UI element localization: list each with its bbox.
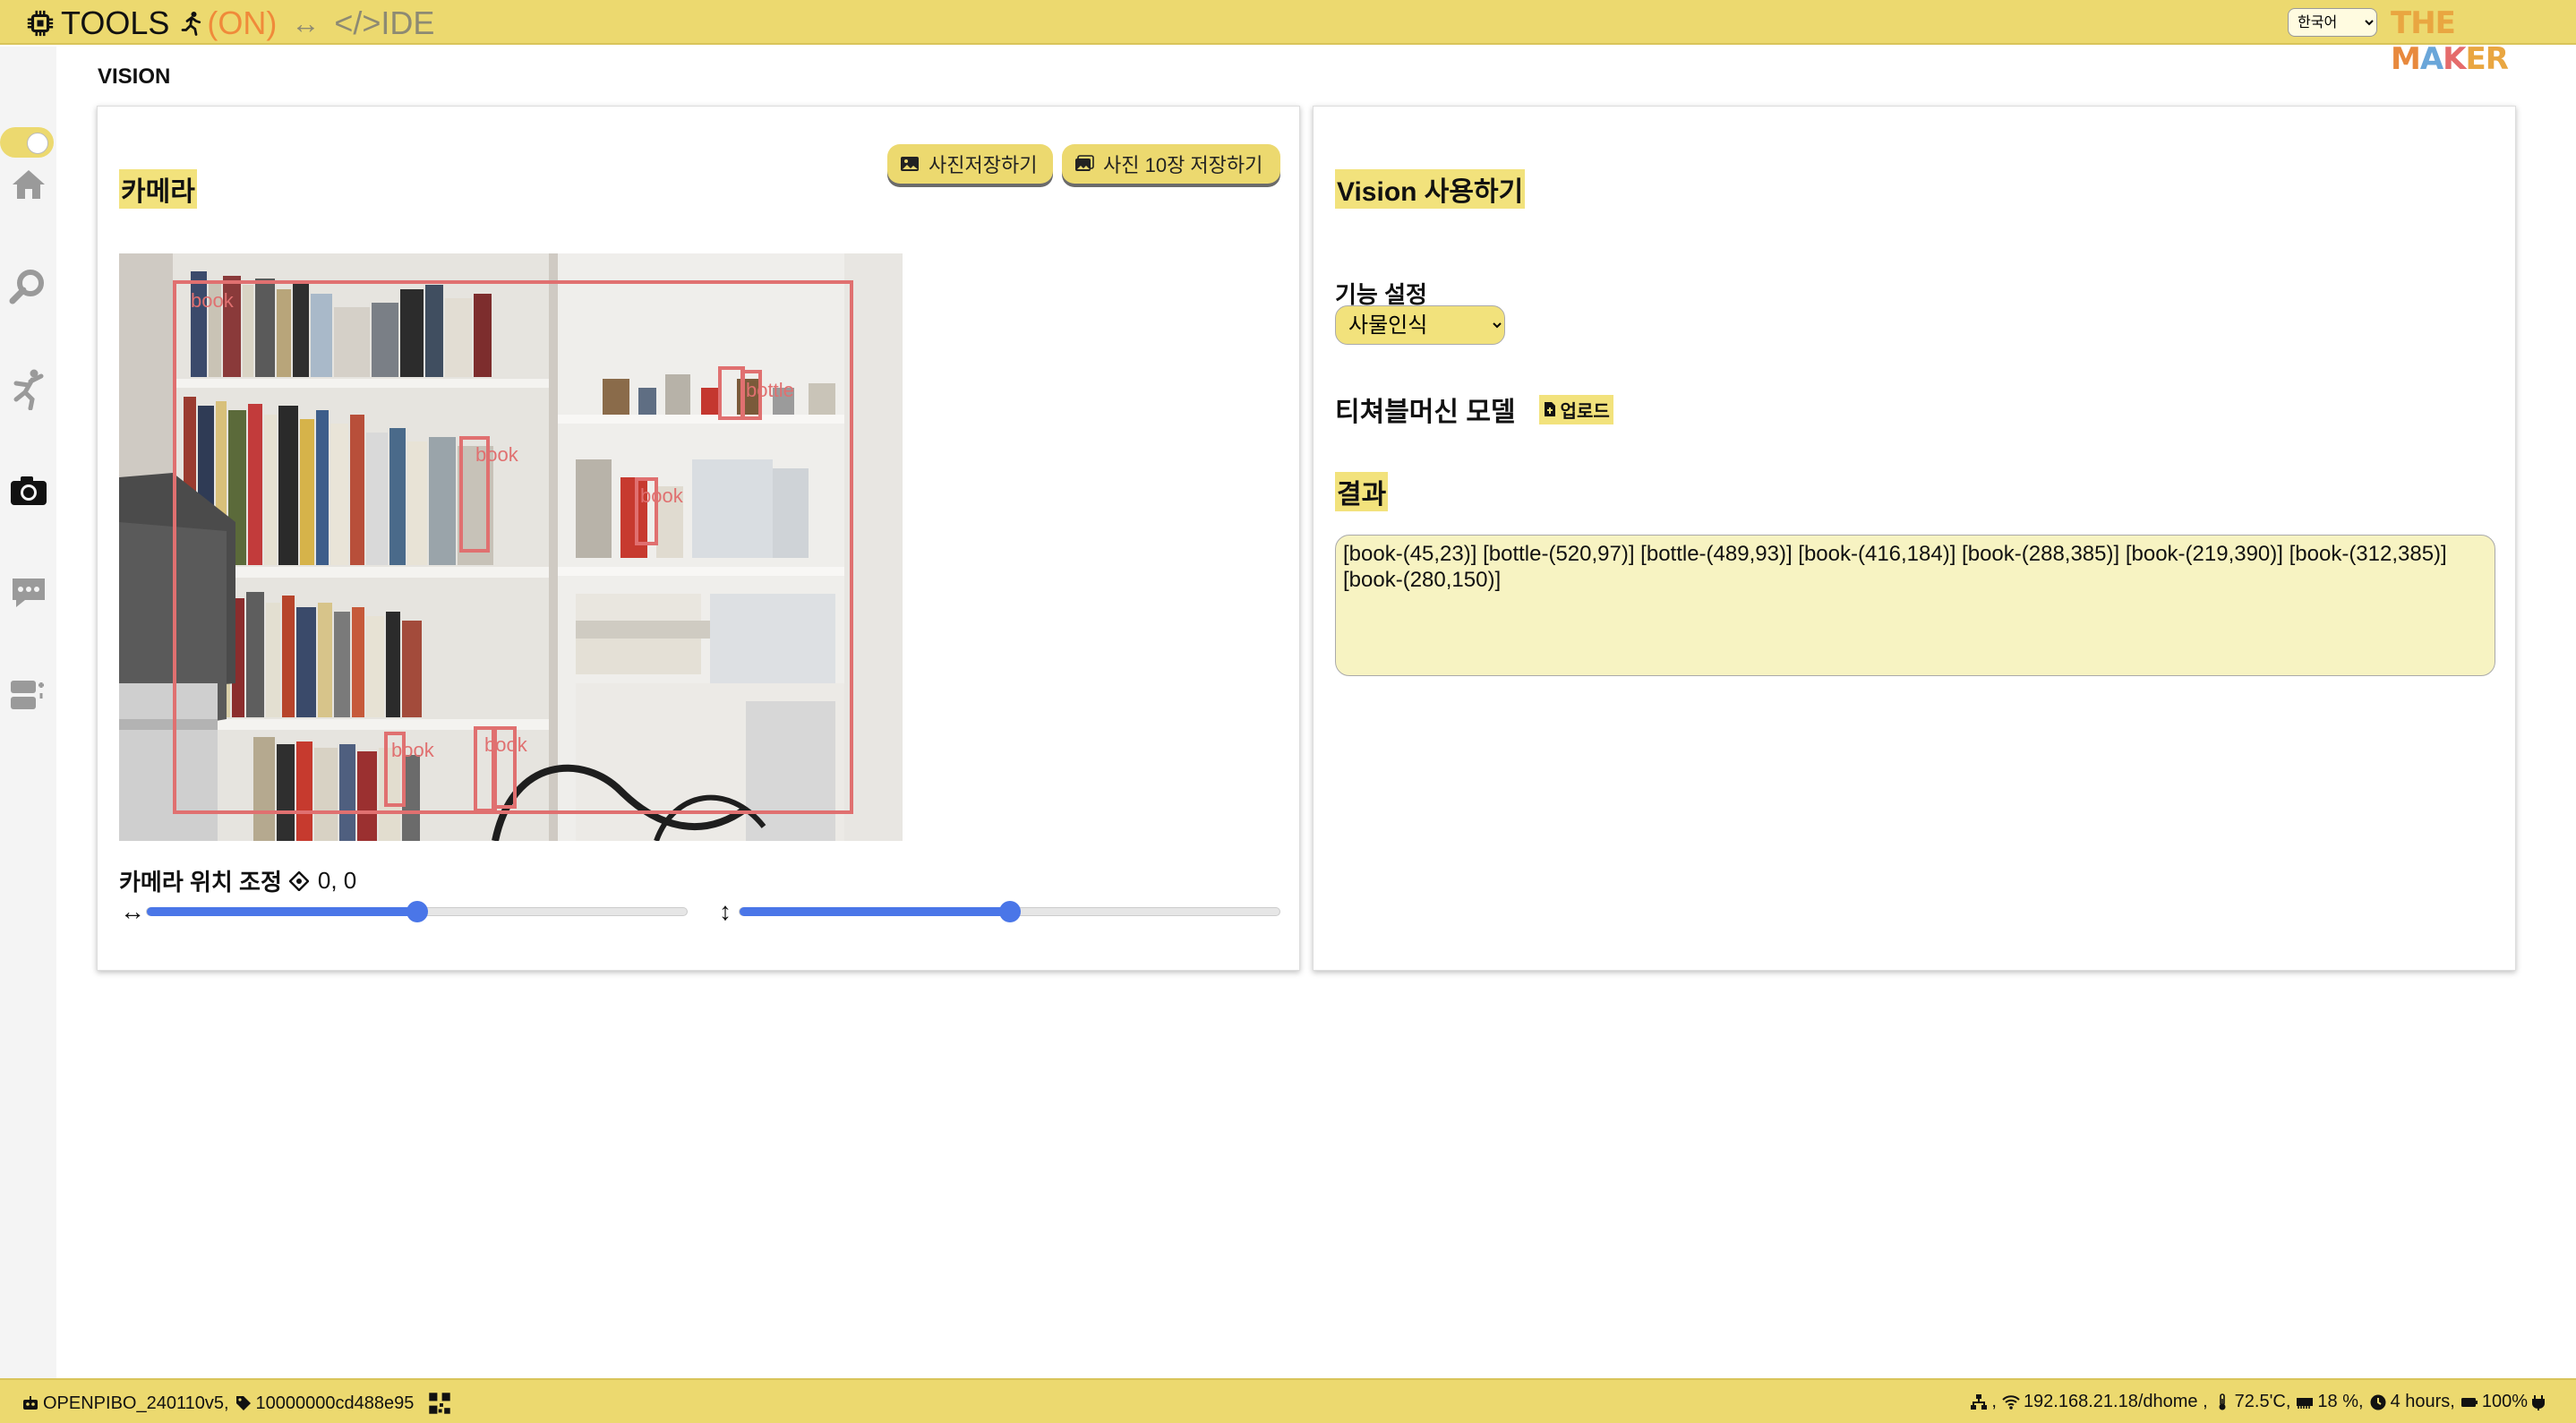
vertical-slider-fill [740,907,1010,916]
chip-icon [27,10,54,37]
horizontal-arrow-icon: ↔ [120,897,145,925]
sidebar-item-chat[interactable] [7,571,50,614]
top-bar: TOOLS (ON) ↔ </>IDE 한국어 THE MAKER [0,0,2576,77]
camera-title: 카메라 [119,169,197,209]
svg-text:bottle: bottle [746,379,794,401]
page-title: VISION [98,64,171,89]
svg-text:book: book [391,739,435,761]
wrench-gear-icon [9,270,44,304]
sidebar-item-home[interactable] [7,163,50,206]
memory-icon [2297,1397,2314,1409]
battery-info: 100% [2460,1392,2551,1412]
qr-code[interactable] [419,1392,455,1415]
battery-icon [2460,1397,2478,1407]
sidebar-item-tools[interactable] [7,265,50,308]
teachable-machine-row: 티쳐블머신 모델 업로드 [1335,390,1613,429]
robot-icon [23,1396,38,1410]
status-bar: OPENPIBO_240110v5, 10000000cd488e95 , 19… [0,1378,2576,1423]
position-label-text: 카메라 위치 조정 [119,869,282,896]
horizontal-slider-fill [147,907,417,916]
brand-label: TOOLS [61,4,170,41]
camera-feed: book bottle book book book book [119,253,903,841]
network-address: 192.168.21.18/dhome , [2023,1392,2208,1411]
device-settings-icon [11,681,44,709]
upload-label: 업로드 [1560,401,1610,422]
clock-icon [2370,1394,2386,1410]
running-icon [182,12,201,36]
uptime-info: 4 hours, [2369,1392,2455,1412]
wifi-icon [2002,1394,2020,1410]
vision-title: Vision 사용하기 [1335,169,1526,209]
temperature-value: 72.5'C, [2234,1392,2291,1411]
vertical-slider[interactable] [739,901,1280,922]
file-upload-icon [1544,402,1555,416]
battery-value: 100% [2481,1392,2528,1411]
network-icon [1971,1393,1988,1410]
vertical-arrow-icon: ↕ [719,897,732,925]
network-icon-item: , [1970,1392,1997,1412]
save-photo-label: 사진저장하기 [929,154,1038,176]
sidebar-item-device[interactable] [7,673,50,716]
wifi-info: 192.168.21.18/dhome , [2002,1392,2208,1412]
dancing-figure-icon [13,369,44,411]
teachable-machine-label: 티쳐블머신 모델 [1335,398,1516,427]
svg-text:book: book [191,289,235,312]
sidebar-item-vision[interactable] [7,469,50,512]
toggle-knob [27,133,48,154]
home-icon [13,170,45,199]
serial-number: 10000000cd488e95 [255,1393,415,1413]
status-label: (ON) [207,4,278,41]
maker-logo: THE MAKER [2391,5,2509,77]
horizontal-slider-row: ↔ [119,897,688,925]
plug-icon [2532,1394,2545,1410]
camera-image: book bottle book book book book [119,253,903,841]
result-title: 결과 [1335,472,1389,511]
memory-value: 18 %, [2317,1392,2364,1411]
camera-position-label: 카메라 위치 조정 0, 0 [119,864,356,897]
sidebar-item-motion[interactable] [7,367,50,411]
swap-arrow-icon: ↔ [291,6,321,39]
sidebar [0,47,56,1378]
qr-code-icon [429,1393,451,1414]
svg-text:book: book [640,484,684,507]
save-10-photos-button[interactable]: 사진 10장 저장하기 [1062,144,1280,184]
horizontal-slider-thumb[interactable] [406,901,428,922]
position-value: 0, 0 [317,867,357,894]
serial-info: 10000000cd488e95 [235,1393,415,1414]
vision-card: Vision 사용하기 기능 설정 사물인식 티쳐블머신 모델 업로드 결과 [… [1313,106,2516,971]
upload-button[interactable]: 업로드 [1538,394,1613,424]
result-textarea[interactable]: [book-(45,23)] [bottle-(520,97)] [bottle… [1335,535,2495,676]
thermometer-icon [2219,1393,2226,1410]
uptime-value: 4 hours, [2390,1392,2455,1411]
save-photo-button[interactable]: 사진저장하기 [887,144,1053,184]
ide-link[interactable]: </>IDE [334,4,434,42]
power-toggle[interactable] [0,127,54,158]
vertical-slider-row: ↕ [712,897,1280,925]
image-icon [901,157,919,171]
images-icon [1075,155,1094,171]
device-name: OPENPIBO_240110v5, [43,1393,229,1413]
vertical-slider-thumb[interactable] [998,901,1021,922]
camera-card: 카메라 사진저장하기 사진 10장 저장하기 book bottle book … [97,106,1300,971]
tag-icon [235,1396,251,1410]
chat-icon [13,579,45,607]
language-select[interactable]: 한국어 [2288,8,2377,37]
temperature-info: 72.5'C, [2213,1392,2291,1412]
save-10-photos-label: 사진 10장 저장하기 [1103,154,1263,176]
device-info: OPENPIBO_240110v5, [21,1393,229,1414]
horizontal-slider[interactable] [146,901,688,922]
crosshair-icon [288,870,309,891]
memory-info: 18 %, [2296,1392,2364,1412]
svg-text:book: book [475,443,519,466]
brand[interactable]: TOOLS (ON) ↔ </>IDE [25,4,434,42]
camera-icon [11,476,47,505]
svg-text:book: book [484,733,528,756]
feature-select[interactable]: 사물인식 [1335,305,1505,345]
